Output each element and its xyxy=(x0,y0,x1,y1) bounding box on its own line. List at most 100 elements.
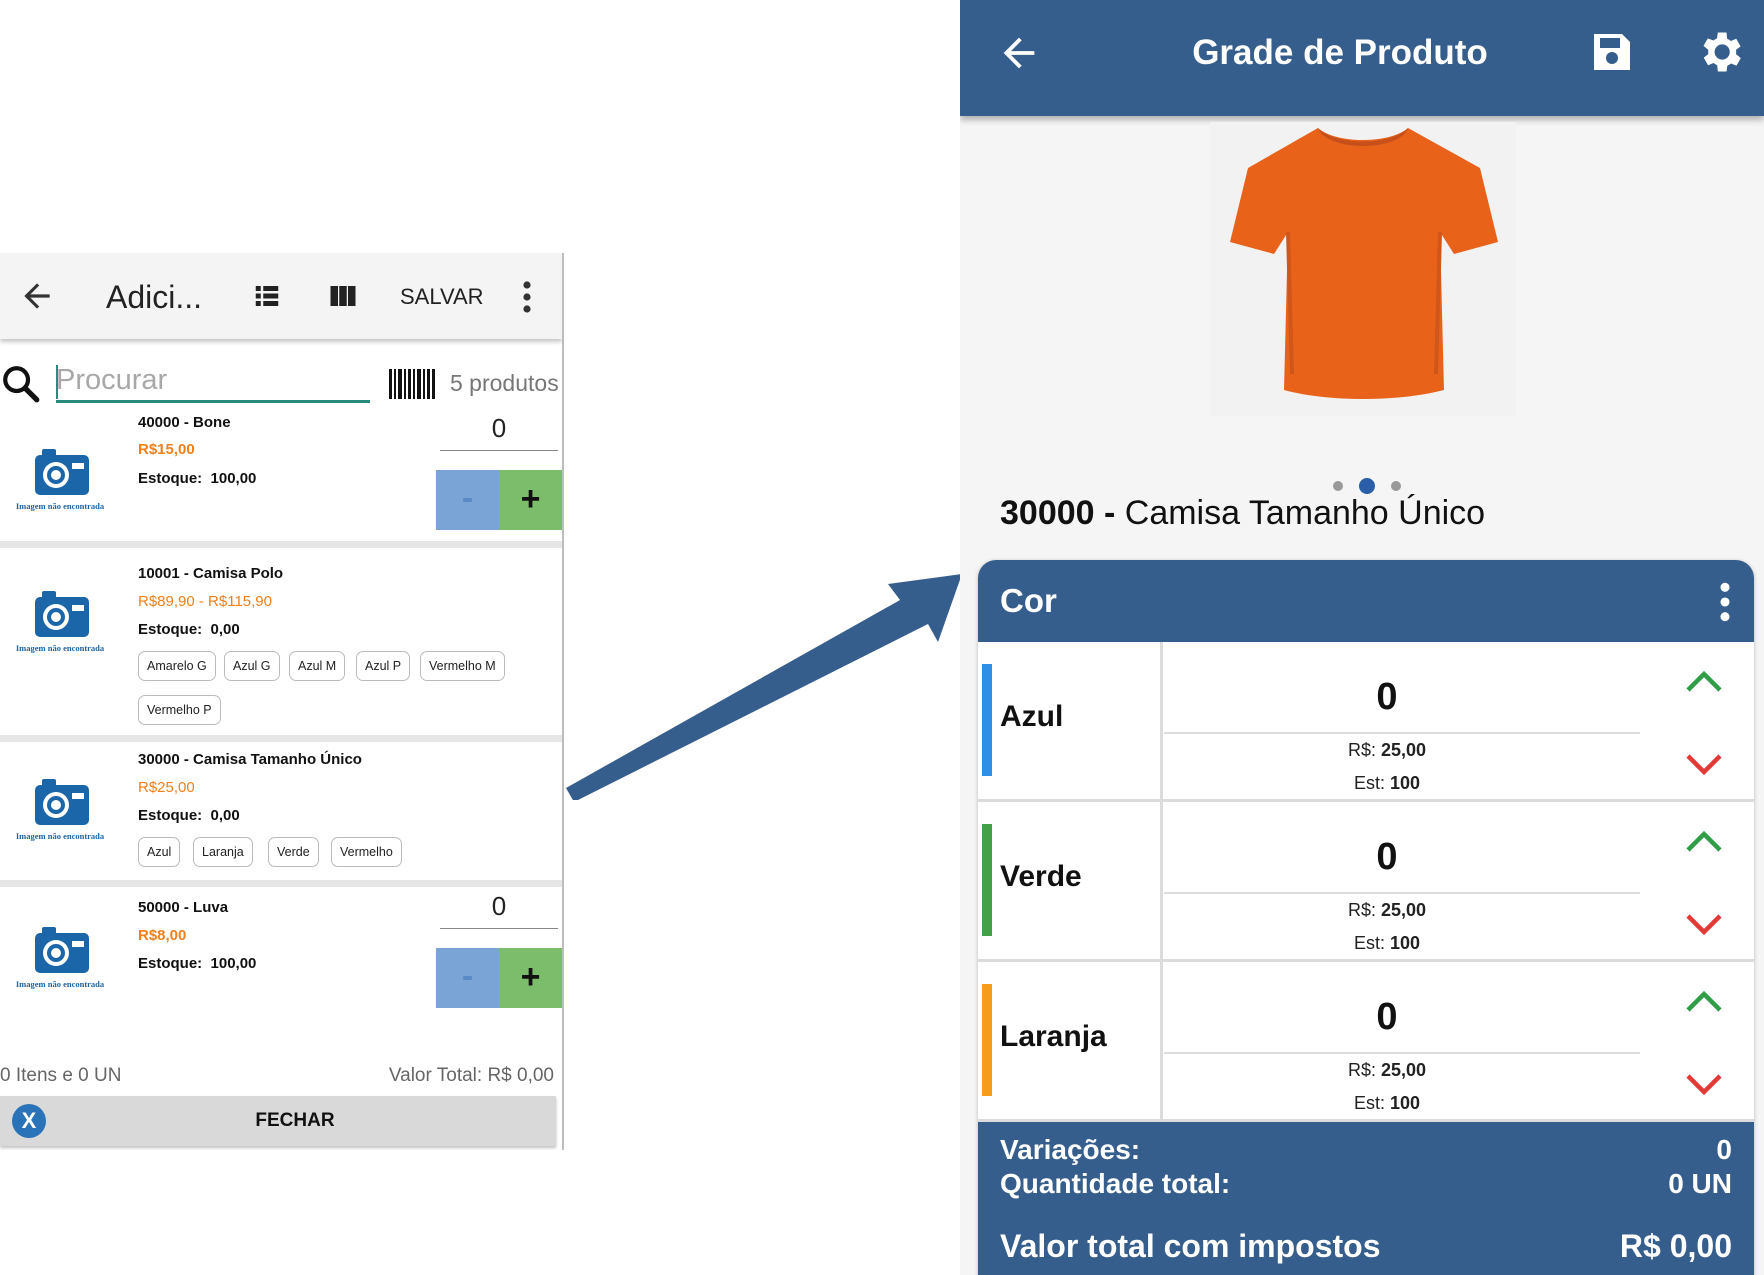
variant-chip[interactable]: Vermelho M xyxy=(420,651,505,681)
variant-chip[interactable]: Amarelo G xyxy=(138,651,216,681)
increment-button[interactable]: + xyxy=(499,948,562,1008)
variant-chip[interactable]: Azul xyxy=(138,837,181,867)
camera-icon xyxy=(35,449,89,495)
page-title: Grade de Produto xyxy=(1192,33,1488,72)
variant-chip[interactable]: Azul P xyxy=(356,651,411,681)
variant-row: Laranja 0 R$: 25,00 Est: 100 xyxy=(978,962,1754,1122)
page-title: Adici... xyxy=(106,279,203,315)
variant-chip[interactable]: Laranja xyxy=(193,837,253,867)
variant-card: Cor Azul 0 R$: 25,00 Est: 100 Verde 0 R$… xyxy=(978,560,1754,1275)
color-stripe xyxy=(982,824,992,936)
variant-name: Verde xyxy=(1000,860,1082,893)
variant-name: Azul xyxy=(1000,700,1064,733)
variant-chip[interactable]: Azul M xyxy=(289,651,346,681)
more-vertical-icon[interactable] xyxy=(1718,582,1732,622)
product-price: R$89,90 - R$115,90 xyxy=(138,593,272,610)
left-app-bar: Adici... SALVAR xyxy=(0,253,562,339)
chevron-down-icon[interactable] xyxy=(1684,752,1724,778)
quantity-field[interactable]: 0 xyxy=(440,413,558,451)
product-photo[interactable] xyxy=(1210,122,1516,416)
product-row[interactable]: Imagem não encontrada 50000 - Luva R$8,0… xyxy=(0,891,562,1026)
items-summary: 0 Itens e 0 UN xyxy=(0,1065,122,1086)
variant-price: R$: 25,00 xyxy=(1347,1060,1427,1080)
color-stripe xyxy=(982,664,992,776)
product-grid-screen: Grade de Produto 30000 - Camisa Tamanho … xyxy=(960,0,1764,1275)
save-icon[interactable] xyxy=(1588,28,1636,76)
variant-stock: Est: 100 xyxy=(1353,933,1421,953)
increment-button[interactable]: + xyxy=(499,470,562,530)
product-name: 30000 - Camisa Tamanho Único xyxy=(138,751,362,768)
variant-group-title: Cor xyxy=(1000,582,1057,619)
back-arrow-icon[interactable] xyxy=(18,277,56,315)
total-value-amount: R$ 0,00 xyxy=(1619,1228,1732,1264)
more-vertical-icon[interactable] xyxy=(514,279,540,315)
column-view-icon[interactable] xyxy=(328,281,358,311)
search-row: 5 produtos xyxy=(0,357,562,413)
tshirt-image xyxy=(1230,128,1498,399)
product-row[interactable]: Imagem não encontrada 30000 - Camisa Tam… xyxy=(0,743,562,887)
variations-label: Variações: xyxy=(1000,1134,1141,1165)
settings-gear-icon[interactable] xyxy=(1694,26,1746,78)
camera-icon xyxy=(35,927,89,973)
camera-icon xyxy=(35,779,89,825)
product-image-placeholder: Imagem não encontrada xyxy=(4,775,116,845)
product-stock: Estoque: 0,00 xyxy=(138,807,240,824)
variant-quantity[interactable]: 0 xyxy=(1164,676,1610,719)
total-quantity-label: Quantidade total: xyxy=(1000,1168,1231,1199)
product-name: 40000 - Bone xyxy=(138,414,231,431)
product-price: R$25,00 xyxy=(138,779,195,796)
list-view-icon[interactable] xyxy=(252,281,282,311)
chevron-down-icon[interactable] xyxy=(1684,912,1724,938)
chevron-down-icon[interactable] xyxy=(1684,1072,1724,1098)
variant-quantity[interactable]: 0 xyxy=(1164,996,1610,1039)
color-stripe xyxy=(982,984,992,1096)
variant-group-header: Cor xyxy=(978,560,1754,642)
right-app-bar: Grade de Produto xyxy=(960,0,1764,116)
add-products-screen: Adici... SALVAR 5 produtos Imagem não en… xyxy=(0,253,564,1150)
variant-chip[interactable]: Azul G xyxy=(224,651,280,681)
variant-name: Laranja xyxy=(1000,1020,1107,1053)
variant-row: Azul 0 R$: 25,00 Est: 100 xyxy=(978,642,1754,802)
grid-summary: Variações: 0 Quantidade total: 0 UN Valo… xyxy=(978,1122,1754,1275)
search-input[interactable] xyxy=(56,361,370,403)
chevron-up-icon[interactable] xyxy=(1684,988,1724,1014)
close-label: FECHAR xyxy=(255,1110,335,1131)
carousel-dot-active[interactable] xyxy=(1359,478,1375,494)
search-icon[interactable] xyxy=(0,361,42,407)
text-cursor xyxy=(56,365,58,399)
product-stock: Estoque: 100,00 xyxy=(138,955,257,972)
product-row[interactable]: Imagem não encontrada 10001 - Camisa Pol… xyxy=(0,555,562,742)
decrement-button[interactable]: - xyxy=(436,948,499,1008)
product-image-placeholder: Imagem não encontrada xyxy=(4,923,116,993)
product-name: 10001 - Camisa Polo xyxy=(138,565,284,582)
total-value: Valor Total: R$ 0,00 xyxy=(388,1065,554,1086)
carousel-indicator xyxy=(1327,478,1407,494)
quantity-field[interactable]: 0 xyxy=(440,891,558,929)
product-count: 5 produtos xyxy=(450,370,559,396)
variant-quantity[interactable]: 0 xyxy=(1164,836,1610,879)
variant-chip[interactable]: Vermelho xyxy=(331,837,402,867)
variant-price: R$: 25,00 xyxy=(1347,900,1427,920)
chevron-up-icon[interactable] xyxy=(1684,668,1724,694)
variant-chip[interactable]: Verde xyxy=(268,837,319,867)
product-stock: Estoque: 100,00 xyxy=(138,470,257,487)
save-button[interactable]: SALVAR xyxy=(400,284,484,310)
carousel-dot[interactable] xyxy=(1391,481,1401,491)
variant-stock: Est: 100 xyxy=(1353,773,1421,793)
carousel-dot[interactable] xyxy=(1333,481,1343,491)
decrement-button[interactable]: - xyxy=(436,470,499,530)
product-image-placeholder: Imagem não encontrada xyxy=(4,445,116,515)
product-stock: Estoque: 0,00 xyxy=(138,621,240,638)
product-image-placeholder: Imagem não encontrada xyxy=(4,587,116,657)
barcode-icon[interactable] xyxy=(388,369,436,399)
chevron-up-icon[interactable] xyxy=(1684,828,1724,854)
variant-chip[interactable]: Vermelho P xyxy=(138,695,221,725)
variant-stock: Est: 100 xyxy=(1353,1093,1421,1113)
product-row[interactable]: Imagem não encontrada 40000 - Bone R$15,… xyxy=(0,413,562,548)
product-price: R$8,00 xyxy=(138,927,187,944)
transition-arrow xyxy=(566,574,962,800)
close-button[interactable]: X FECHAR xyxy=(0,1096,556,1146)
product-title: 30000 - Camisa Tamanho Único xyxy=(1000,494,1486,532)
variations-value: 0 xyxy=(1716,1134,1732,1165)
total-value-label: Valor total com impostos xyxy=(1000,1228,1381,1264)
